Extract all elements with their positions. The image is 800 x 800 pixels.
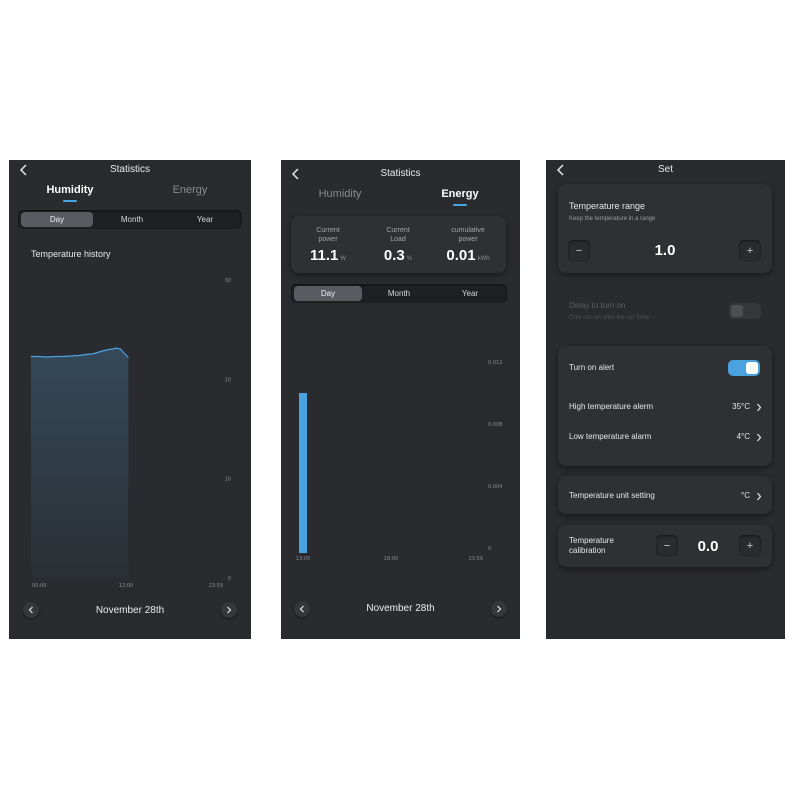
delay-subtitle: Only can on after the set Time <box>569 315 650 321</box>
temperature-range-title: Temperature range <box>569 201 646 211</box>
stat-label: Current Load <box>386 227 410 243</box>
period-month[interactable]: Month <box>96 212 168 227</box>
top-bar: Set <box>546 160 785 180</box>
toggle-knob <box>746 362 758 374</box>
active-tab-indicator <box>453 204 467 206</box>
x-tick-label: 12:00 <box>119 583 133 589</box>
temperature-history-chart: 0 10 20 30 00:00 12:00 23:59 <box>31 278 231 589</box>
delay-toggle[interactable] <box>729 303 761 319</box>
low-alarm-label: Low temperature alarm <box>569 432 652 441</box>
stat-value-wrap: 0.3% <box>363 247 433 264</box>
period-month[interactable]: Month <box>365 286 433 301</box>
temperature-unit-row[interactable]: Temperature unit setting °C <box>558 476 772 514</box>
calibration-increase-button[interactable]: + <box>739 535 761 557</box>
y-tick-label: 0 <box>488 546 491 552</box>
current-date: November 28th <box>95 605 165 616</box>
humidity-statistics-screen: Statistics Humidity Energy Day Month Yea… <box>9 160 251 639</box>
high-alarm-value: 35°C <box>732 402 750 411</box>
page-title: Set <box>657 164 673 175</box>
chevron-right-icon <box>497 605 502 613</box>
high-alarm-label: High temperature alerm <box>569 402 654 411</box>
delay-title: Delay to turn on <box>569 301 626 310</box>
period-year[interactable]: Year <box>436 286 504 301</box>
tab-label: Energy <box>441 188 479 200</box>
x-tick-label: 18:00 <box>384 556 398 562</box>
y-tick-label: 30 <box>225 278 231 284</box>
unit-setting-value: °C <box>741 491 750 500</box>
stat-value-wrap: 11.1 W <box>293 247 363 264</box>
tab-energy[interactable]: Energy <box>405 188 515 206</box>
temperature-range-subtitle: Keep the temperature in a range <box>569 216 656 222</box>
tab-bar: Humidity Energy <box>281 188 520 208</box>
energy-stats-card: Current power 11.1 W Current Load 0.3% cu… <box>291 216 506 273</box>
active-tab-indicator <box>63 200 77 202</box>
page-title: Statistics <box>380 168 421 179</box>
chevron-right-icon <box>227 606 232 614</box>
toggle-knob <box>731 305 743 317</box>
tab-humidity[interactable]: Humidity <box>285 188 395 200</box>
tab-bar: Humidity Energy <box>9 184 251 204</box>
settings-screen: Set Temperature range Keep the temperatu… <box>546 160 785 639</box>
alert-title: Turn on alert <box>569 363 615 372</box>
stat-value: 0.01 <box>446 247 476 264</box>
y-tick-label: 0.008 <box>488 422 502 428</box>
tab-humidity[interactable]: Humidity <box>15 184 125 202</box>
stat-value: 11.1 <box>309 247 339 264</box>
y-tick-label: 0 <box>228 576 231 582</box>
stat-current-power: Current power 11.1 W <box>293 216 363 264</box>
stat-label: Current power <box>316 227 340 243</box>
page-title: Statistics <box>109 164 150 175</box>
y-tick-label: 10 <box>225 477 231 483</box>
low-alarm-value: 4°C <box>736 432 750 441</box>
stat-current-load: Current Load 0.3% <box>363 216 433 264</box>
stat-unit: % <box>406 256 413 262</box>
calibration-decrease-button[interactable]: − <box>656 535 678 557</box>
chevron-right-icon <box>757 433 762 442</box>
top-bar: Statistics <box>9 160 251 180</box>
unit-setting-label: Temperature unit setting <box>569 491 655 500</box>
stat-unit: W <box>340 256 347 262</box>
alert-card: Turn on alert High temperature alerm 35°… <box>558 346 772 466</box>
temperature-range-card: Temperature range Keep the temperature i… <box>558 184 772 273</box>
stat-label: cumulative power <box>451 227 485 243</box>
stat-value-wrap: 0.01 kWh <box>433 247 503 264</box>
bar <box>299 393 307 553</box>
top-bar: Statistics <box>281 164 520 184</box>
energy-bar-chart: 0 0.004 0.008 0.012 13:00 18:00 23:59 <box>296 360 503 562</box>
chevron-right-icon <box>757 403 762 412</box>
calibration-value: 0.0 <box>697 538 719 555</box>
period-selector: Day Month Year <box>18 210 242 229</box>
y-tick-label: 0.012 <box>488 360 502 366</box>
chart-title: Temperature history <box>31 249 111 259</box>
series-area <box>31 348 129 578</box>
tab-label: Humidity <box>46 184 94 196</box>
range-increase-button[interactable]: + <box>739 240 761 262</box>
x-tick-label: 00:00 <box>32 583 46 589</box>
alert-toggle[interactable] <box>728 360 760 376</box>
x-tick-label: 23:59 <box>469 556 483 562</box>
tab-label: Humidity <box>318 188 362 200</box>
x-tick-label: 13:00 <box>296 556 310 562</box>
y-tick-label: 0.004 <box>488 484 502 490</box>
date-navigator: November 28th <box>9 602 251 626</box>
calibration-label: Temperature calibration <box>569 536 614 555</box>
tab-energy[interactable]: Energy <box>135 184 245 196</box>
tab-label: Energy <box>172 184 208 196</box>
stat-unit: kWh <box>477 256 490 262</box>
energy-statistics-screen: Statistics Humidity Energy Current power… <box>281 160 520 639</box>
x-tick-label: 23:59 <box>209 583 223 589</box>
period-year[interactable]: Year <box>171 212 239 227</box>
period-day[interactable]: Day <box>294 286 362 301</box>
chevron-right-icon <box>757 492 762 501</box>
current-date: November 28th <box>366 603 435 614</box>
next-day-button[interactable] <box>491 601 507 617</box>
stat-cumulative-power: cumulative power 0.01 kWh <box>433 216 503 264</box>
stat-value: 0.3 <box>383 247 405 264</box>
y-tick-label: 20 <box>225 377 231 383</box>
period-selector: Day Month Year <box>291 284 507 303</box>
period-day[interactable]: Day <box>21 212 93 227</box>
temperature-calibration-card: Temperature calibration − 0.0 + <box>558 525 772 567</box>
next-day-button[interactable] <box>221 602 237 618</box>
date-navigator: November 28th <box>281 601 520 625</box>
